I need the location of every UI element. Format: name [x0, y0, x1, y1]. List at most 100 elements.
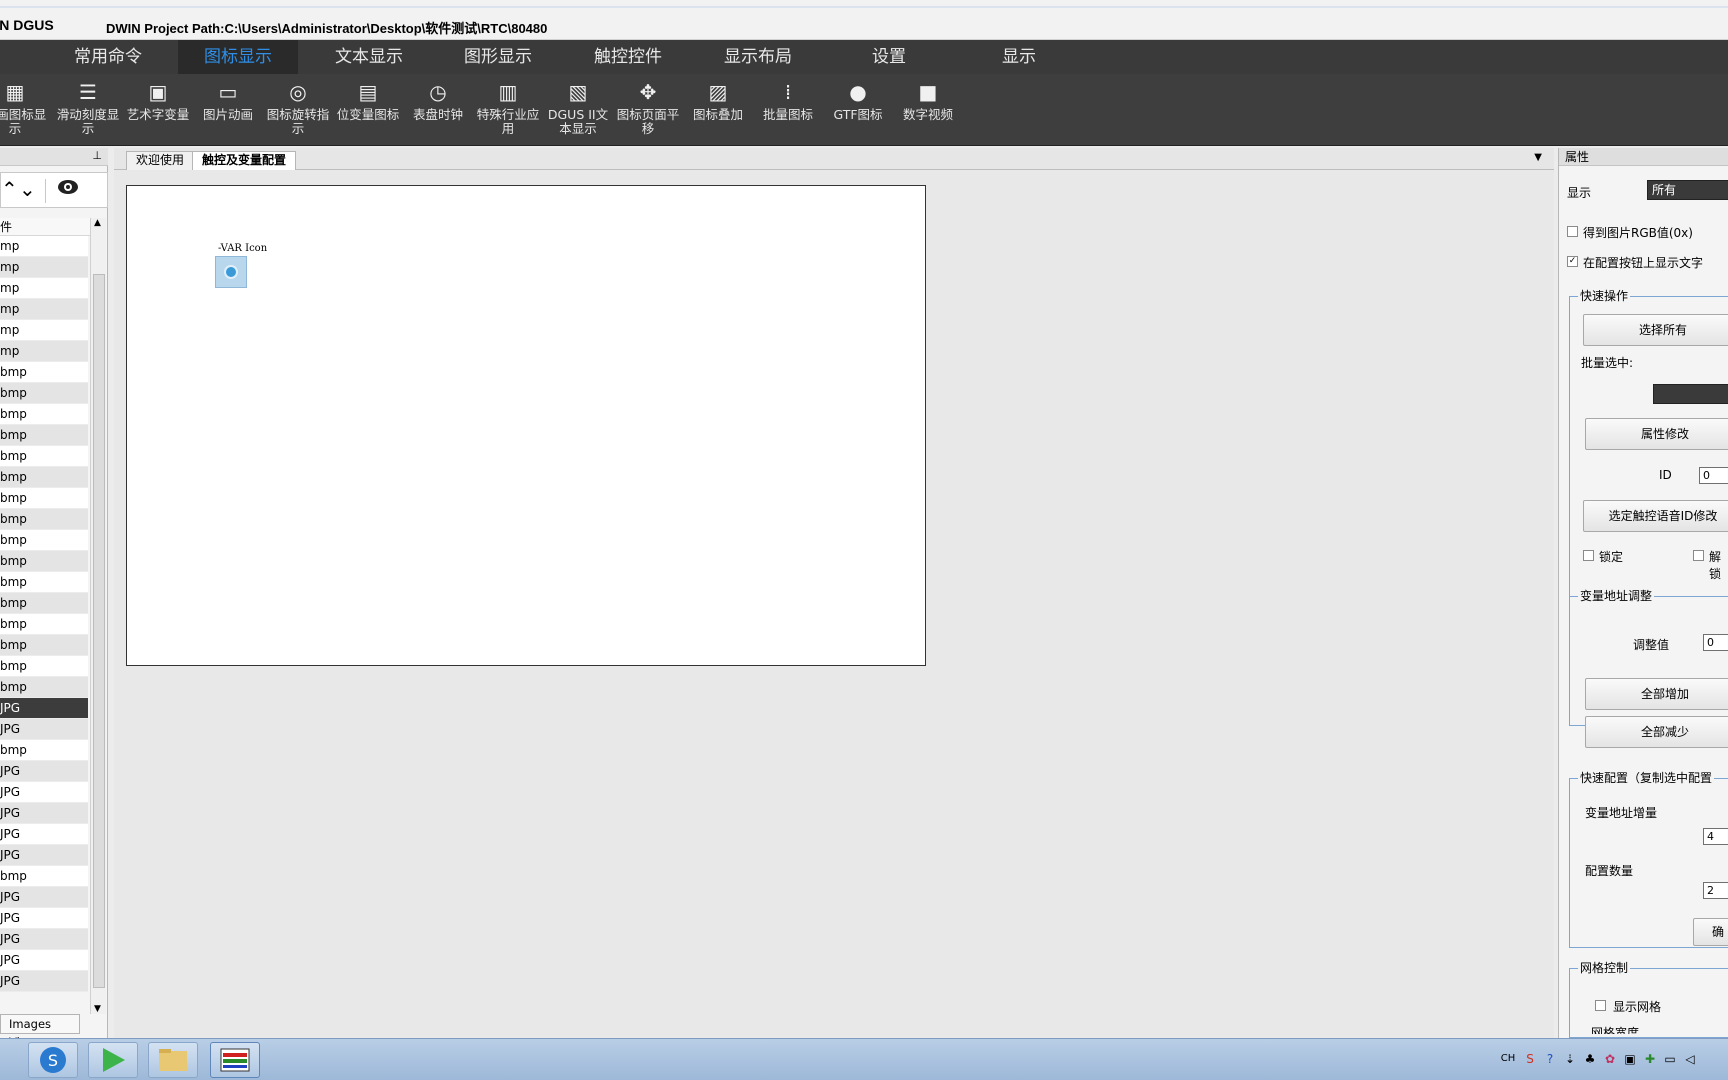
- display-select[interactable]: 所有: [1647, 180, 1728, 200]
- help-icon[interactable]: ?: [1542, 1051, 1558, 1067]
- file-list-item[interactable]: bmp: [0, 383, 88, 404]
- input-lang-indicator[interactable]: CH: [1500, 1051, 1516, 1067]
- file-list-item[interactable]: JPG: [0, 845, 88, 866]
- vertical-scrollbar[interactable]: ▲ ▼: [90, 218, 106, 1014]
- security-icon[interactable]: ✚: [1642, 1051, 1658, 1067]
- menu-common-commands[interactable]: 常用命令: [74, 40, 142, 74]
- tray-app-icon[interactable]: ✿: [1602, 1051, 1618, 1067]
- tool-icon-overlay[interactable]: ▨ 图标叠加: [683, 78, 753, 122]
- file-list-item[interactable]: bmp: [0, 467, 88, 488]
- file-list-item[interactable]: bmp: [0, 656, 88, 677]
- tool-dgus-text[interactable]: ▧ DGUS II文本显示: [543, 78, 613, 136]
- file-list-item[interactable]: bmp: [0, 530, 88, 551]
- file-list-item[interactable]: JPG: [0, 929, 88, 950]
- file-list-item[interactable]: bmp: [0, 446, 88, 467]
- file-list-item[interactable]: bmp: [0, 551, 88, 572]
- file-list-item[interactable]: mp: [0, 320, 88, 341]
- file-list-item[interactable]: JPG: [0, 824, 88, 845]
- monitor-icon[interactable]: ▭: [1662, 1051, 1678, 1067]
- file-list-item[interactable]: bmp: [0, 404, 88, 425]
- chevron-down-icon[interactable]: ▼: [1534, 152, 1542, 163]
- tool-gtf-icon[interactable]: ● GTF图标: [823, 78, 893, 122]
- file-list-item[interactable]: JPG: [0, 971, 88, 992]
- scroll-down-icon[interactable]: ▼: [94, 1004, 101, 1014]
- file-list-item[interactable]: bmp: [0, 488, 88, 509]
- sogou-input-icon[interactable]: S: [1522, 1051, 1538, 1067]
- file-list-item[interactable]: JPG: [0, 887, 88, 908]
- file-manager-icon[interactable]: [148, 1042, 198, 1078]
- chevron-down-icon[interactable]: ⌄: [19, 177, 36, 201]
- ime-arrow-icon[interactable]: ⇣: [1562, 1051, 1578, 1067]
- menu-graphic-display[interactable]: 图形显示: [464, 40, 532, 74]
- file-list-item[interactable]: mp: [0, 278, 88, 299]
- tab-welcome[interactable]: 欢迎使用: [126, 151, 195, 170]
- file-list-item[interactable]: JPG: [0, 698, 88, 719]
- config-count-input[interactable]: 2: [1703, 882, 1728, 899]
- file-list-item[interactable]: mp: [0, 236, 88, 257]
- var-icon-control[interactable]: [215, 256, 247, 288]
- voice-id-modify-button[interactable]: 选定触控语音ID修改: [1583, 500, 1728, 532]
- qq-icon[interactable]: ♣: [1582, 1051, 1598, 1067]
- select-all-button[interactable]: 选择所有: [1583, 314, 1728, 346]
- tool-dial-clock[interactable]: ◷ 表盘时钟: [403, 78, 473, 122]
- menu-text-display[interactable]: 文本显示: [335, 40, 403, 74]
- file-list-item[interactable]: JPG: [0, 761, 88, 782]
- tool-bit-variable[interactable]: ▤ 位变量图标: [333, 78, 403, 122]
- file-list-item[interactable]: bmp: [0, 635, 88, 656]
- file-list-item[interactable]: bmp: [0, 740, 88, 761]
- file-column-header[interactable]: 件: [0, 218, 90, 236]
- lock-checkbox[interactable]: [1583, 550, 1594, 561]
- eye-icon[interactable]: [57, 179, 79, 195]
- scroll-thumb[interactable]: [93, 274, 105, 988]
- tool-digital-video[interactable]: ■ 数字视频: [893, 78, 963, 122]
- menu-display[interactable]: 显示: [1002, 40, 1036, 74]
- tool-animation-icon[interactable]: ▦ 动画图标显示: [0, 78, 50, 136]
- show-text-checkbox[interactable]: ✓: [1567, 256, 1578, 267]
- modify-attr-button[interactable]: 属性修改: [1585, 418, 1728, 450]
- adjust-input[interactable]: 0: [1703, 634, 1728, 651]
- confirm-button[interactable]: 确: [1693, 918, 1728, 946]
- chevron-up-icon[interactable]: ⌃: [1, 177, 18, 201]
- decrease-all-button[interactable]: 全部减少: [1585, 716, 1728, 748]
- file-list-item[interactable]: JPG: [0, 782, 88, 803]
- get-rgb-checkbox[interactable]: [1567, 226, 1578, 237]
- file-list-item[interactable]: bmp: [0, 572, 88, 593]
- show-grid-checkbox[interactable]: [1595, 1000, 1606, 1011]
- images-view-tab[interactable]: Images View: [0, 1014, 80, 1049]
- tool-picture-animation[interactable]: ▭ 图片动画: [193, 78, 263, 122]
- file-list-item[interactable]: bmp: [0, 593, 88, 614]
- batch-select-input[interactable]: [1653, 384, 1728, 404]
- pin-icon[interactable]: ⊥: [92, 149, 102, 162]
- scroll-up-icon[interactable]: ▲: [94, 218, 101, 228]
- tool-icon-page-move[interactable]: ✥ 图标页面平移: [613, 78, 683, 136]
- screen-canvas[interactable]: -VAR Icon: [126, 185, 926, 666]
- tool-slider-scale[interactable]: ☰ 滑动刻度显示: [53, 78, 123, 136]
- unlock-checkbox[interactable]: [1693, 550, 1704, 561]
- id-input[interactable]: 0: [1699, 467, 1728, 484]
- dwin-app-icon[interactable]: [210, 1042, 260, 1078]
- media-player-icon[interactable]: [88, 1042, 138, 1078]
- menu-display-layout[interactable]: 显示布局: [724, 40, 792, 74]
- network-icon[interactable]: ▣: [1622, 1051, 1638, 1067]
- tool-special-industry[interactable]: ▥ 特殊行业应用: [473, 78, 543, 136]
- menu-touch-controls[interactable]: 触控控件: [594, 40, 662, 74]
- file-list-item[interactable]: JPG: [0, 950, 88, 971]
- file-list-item[interactable]: bmp: [0, 677, 88, 698]
- tab-touch-variable-config[interactable]: 触控及变量配置: [192, 151, 297, 170]
- menu-icon-display[interactable]: 图标显示: [178, 40, 298, 74]
- menu-settings[interactable]: 设置: [872, 40, 906, 74]
- tool-icon-rotate[interactable]: ◎ 图标旋转指示: [263, 78, 333, 136]
- file-list-item[interactable]: bmp: [0, 509, 88, 530]
- file-list-item[interactable]: JPG: [0, 719, 88, 740]
- file-list-item[interactable]: bmp: [0, 425, 88, 446]
- file-list-item[interactable]: JPG: [0, 908, 88, 929]
- file-list-item[interactable]: bmp: [0, 362, 88, 383]
- tool-art-text[interactable]: ▣ 艺术字变量: [123, 78, 193, 122]
- tool-batch-icon[interactable]: ⁞ 批量图标: [753, 78, 823, 122]
- increase-all-button[interactable]: 全部增加: [1585, 678, 1728, 710]
- file-list-item[interactable]: JPG: [0, 803, 88, 824]
- file-list-item[interactable]: bmp: [0, 614, 88, 635]
- sogou-browser-icon[interactable]: S: [28, 1042, 78, 1078]
- addr-increment-input[interactable]: 4: [1703, 828, 1728, 845]
- file-list-item[interactable]: mp: [0, 257, 88, 278]
